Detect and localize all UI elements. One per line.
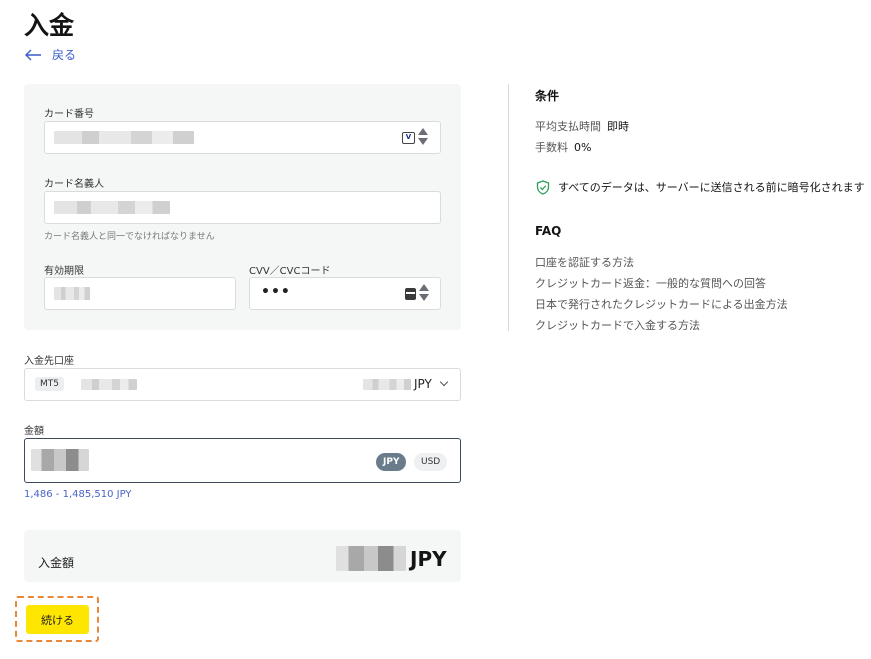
fee: 手数料 0% — [535, 139, 591, 155]
card-holder-label: カード名義人 — [44, 179, 104, 190]
spinner-arrows-icon[interactable] — [417, 127, 429, 147]
shield-check-icon — [536, 179, 550, 195]
visa-card-icon: V — [402, 132, 415, 144]
account-label: 入金先口座 — [24, 356, 74, 367]
continue-button[interactable]: 続ける — [26, 605, 89, 634]
conditions-title: 条件 — [535, 89, 560, 103]
currency-toggle-jpy[interactable]: JPY — [376, 453, 407, 471]
back-link[interactable]: 戻る — [24, 46, 76, 63]
cvv-input[interactable]: ••• — [249, 277, 441, 310]
security-note-text: すべてのデータは、サーバーに送信される前に暗号化されます — [558, 181, 865, 194]
account-select[interactable]: MT5 JPY — [24, 368, 461, 401]
spinner-arrows-icon[interactable] — [418, 283, 430, 303]
expiry-masked-value — [54, 287, 90, 300]
deposit-summary: 入金額 JPY — [24, 530, 461, 582]
back-label: 戻る — [52, 48, 77, 62]
expiry-label: 有効期限 — [44, 266, 84, 277]
cvv-masked-value: ••• — [261, 284, 291, 300]
card-holder-masked-value — [54, 201, 170, 214]
arrow-left-icon — [25, 49, 41, 60]
deposit-amount-masked — [336, 546, 406, 571]
faq-link-japan-card-withdrawal[interactable]: 日本で発行されたクレジットカードによる出金方法 — [535, 296, 788, 312]
expiry-input[interactable] — [44, 277, 236, 310]
card-back-icon — [405, 288, 416, 300]
account-number-masked — [81, 379, 137, 390]
avg-payout-time-key: 平均支払時間 — [535, 120, 601, 133]
faq-link-card-refund[interactable]: クレジットカード返金：一般的な質問への回答 — [535, 275, 766, 291]
amount-masked-value — [31, 449, 89, 471]
side-divider — [508, 84, 509, 331]
fee-value: 0% — [574, 141, 592, 154]
account-currency: JPY — [414, 377, 432, 391]
avg-payout-time: 平均支払時間 即時 — [535, 118, 629, 134]
currency-toggle-usd[interactable]: USD — [414, 453, 448, 471]
page-title: 入金 — [24, 11, 75, 40]
security-note: すべてのデータは、サーバーに送信される前に暗号化されます — [536, 179, 865, 195]
deposit-amount-label: 入金額 — [38, 556, 75, 570]
card-number-label: カード番号 — [44, 109, 94, 120]
amount-input[interactable]: JPY USD — [24, 438, 461, 483]
amount-label: 金額 — [24, 426, 44, 437]
card-details-panel: カード番号 V カード名義人 カード名義人と同一でなければなりません 有効期限 … — [24, 84, 461, 330]
faq-link-card-deposit[interactable]: クレジットカードで入金する方法 — [535, 317, 700, 333]
fee-key: 手数料 — [535, 141, 568, 154]
platform-tag: MT5 — [35, 377, 64, 391]
continue-highlight: 続ける — [15, 596, 99, 642]
card-holder-input[interactable] — [44, 191, 441, 224]
card-number-input[interactable]: V — [44, 121, 441, 154]
avg-payout-time-value: 即時 — [607, 120, 629, 133]
card-holder-hint: カード名義人と同一でなければなりません — [44, 232, 215, 242]
chevron-down-icon — [439, 377, 449, 387]
amount-range: 1,486 - 1,485,510 JPY — [24, 489, 132, 500]
card-number-masked-value — [54, 131, 194, 144]
faq-title: FAQ — [535, 224, 562, 238]
account-balance-masked — [363, 379, 411, 390]
deposit-currency: JPY — [410, 547, 447, 571]
cvv-label: CVV／CVCコード — [249, 266, 331, 277]
faq-link-verify-account[interactable]: 口座を認証する方法 — [535, 254, 634, 270]
